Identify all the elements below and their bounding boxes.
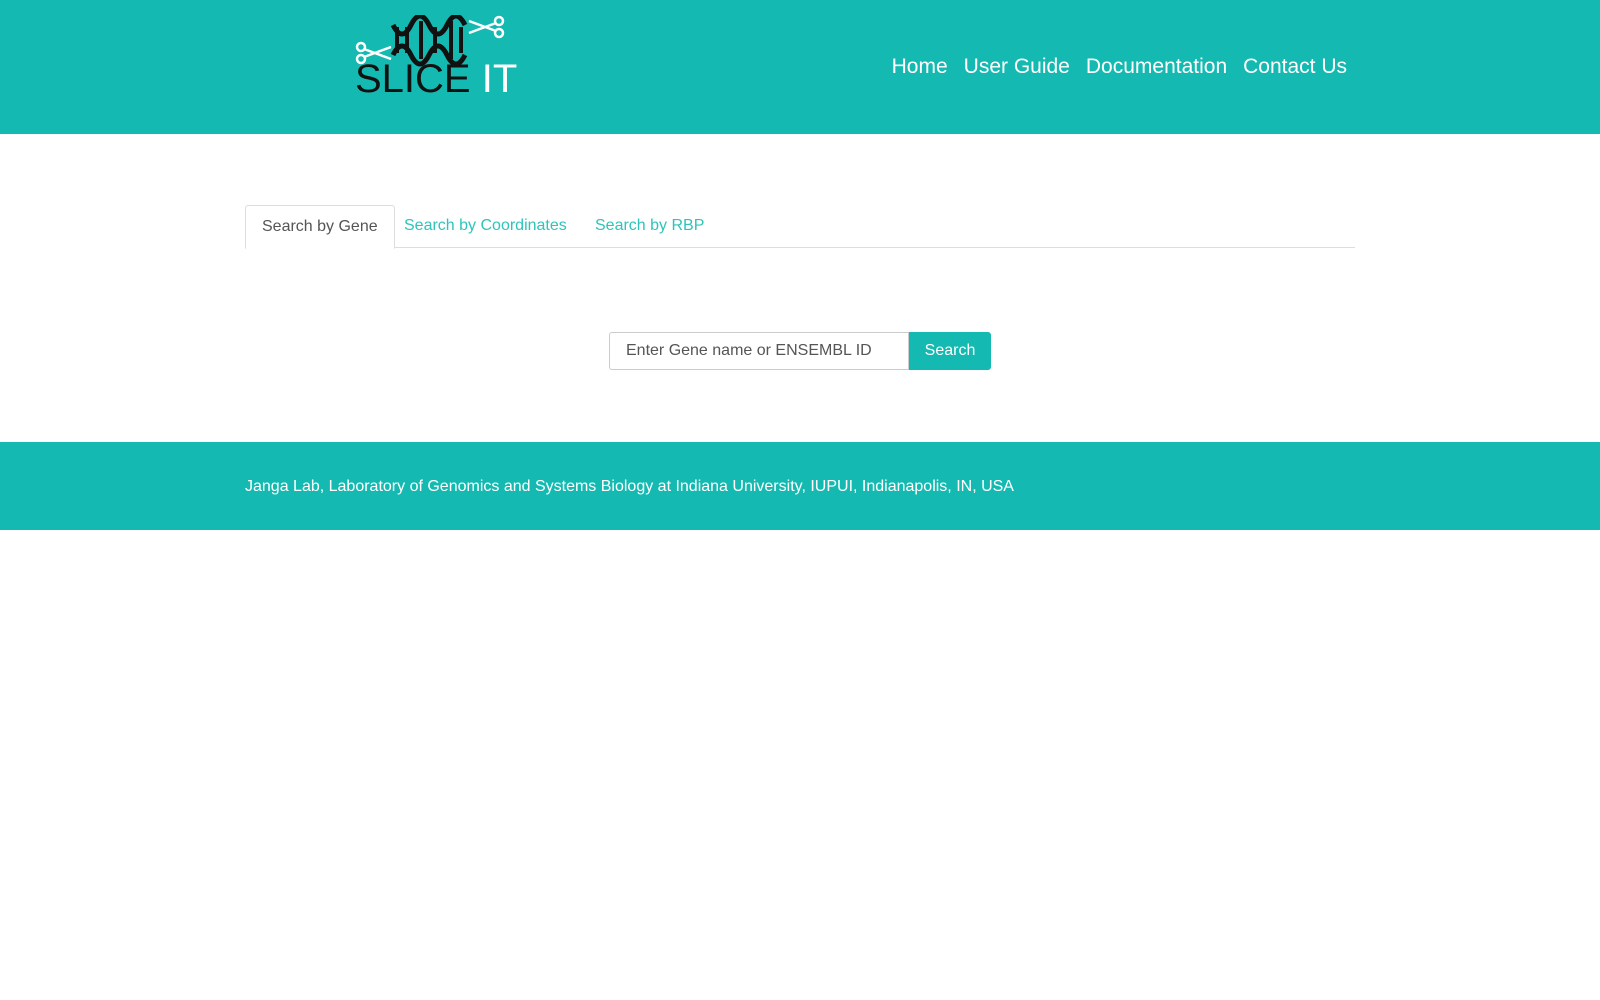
logo-word-it: IT bbox=[481, 57, 518, 101]
nav-user-guide[interactable]: User Guide bbox=[964, 52, 1070, 82]
nav-documentation[interactable]: Documentation bbox=[1086, 52, 1227, 82]
slice-it-logo[interactable]: SLICE IT bbox=[355, 15, 517, 101]
site-header: SLICE IT Home User Guide Documentation C… bbox=[0, 0, 1600, 134]
gene-search-input[interactable] bbox=[609, 332, 909, 370]
tab-search-by-gene[interactable]: Search by Gene bbox=[245, 205, 395, 249]
nav-contact-us[interactable]: Contact Us bbox=[1243, 52, 1347, 82]
tab-search-by-rbp[interactable]: Search by RBP bbox=[579, 205, 720, 248]
nav-home[interactable]: Home bbox=[892, 52, 948, 82]
footer-credit: Janga Lab, Laboratory of Genomics and Sy… bbox=[245, 478, 1014, 495]
main-nav: Home User Guide Documentation Contact Us bbox=[892, 52, 1347, 82]
logo-wordmark: SLICE IT bbox=[355, 59, 517, 99]
gene-search-form: Search bbox=[609, 332, 991, 370]
search-tabs: Search by Gene Search by Coordinates Sea… bbox=[245, 205, 1355, 249]
tab-search-by-coordinates[interactable]: Search by Coordinates bbox=[388, 205, 583, 248]
site-footer: Janga Lab, Laboratory of Genomics and Sy… bbox=[0, 442, 1600, 530]
search-button[interactable]: Search bbox=[909, 332, 991, 370]
logo-word-slice: SLICE bbox=[355, 57, 471, 101]
